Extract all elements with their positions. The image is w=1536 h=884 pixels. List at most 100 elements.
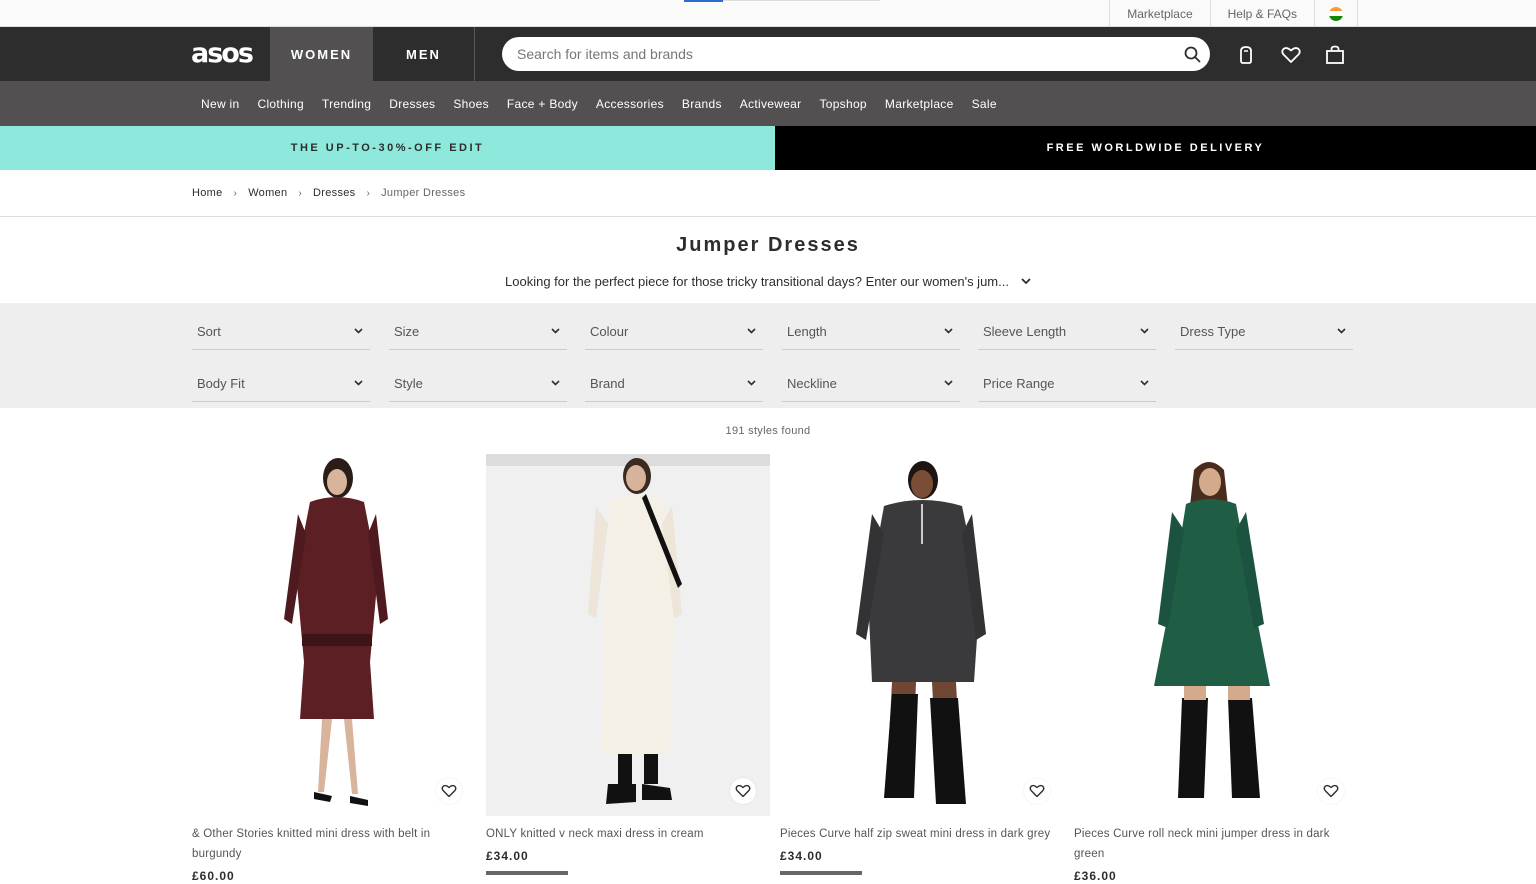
save-heart-icon[interactable] xyxy=(436,778,462,804)
breadcrumb-dresses[interactable]: Dresses xyxy=(313,187,355,199)
nav-trending[interactable]: Trending xyxy=(313,97,380,111)
nav-dresses[interactable]: Dresses xyxy=(380,97,444,111)
product-price: £60.00 xyxy=(192,869,235,883)
chevron-down-icon[interactable] xyxy=(1021,278,1031,285)
filter-brand[interactable]: Brand xyxy=(585,365,763,402)
nav-sale[interactable]: Sale xyxy=(963,97,1006,111)
results-count: 191 styles found xyxy=(725,425,811,437)
tab-women[interactable]: WOMEN xyxy=(270,27,373,81)
page-description[interactable]: Looking for the perfect piece for those … xyxy=(0,274,1536,289)
colour-swatch-bar xyxy=(486,871,568,875)
filter-dress-type[interactable]: Dress Type xyxy=(1175,313,1353,350)
product-card[interactable]: & Other Stories knitted mini dress with … xyxy=(192,454,476,883)
nav-face-body[interactable]: Face + Body xyxy=(498,97,587,111)
filter-label: Sort xyxy=(197,323,221,339)
help-faqs-link[interactable]: Help & FAQs xyxy=(1209,0,1314,27)
chevron-down-icon xyxy=(1140,326,1150,336)
saved-items-heart-icon[interactable] xyxy=(1279,43,1303,67)
promo-free-delivery[interactable]: FREE WORLDWIDE DELIVERY xyxy=(775,126,1536,170)
nav-new-in[interactable]: New in xyxy=(192,97,248,111)
tab-men[interactable]: MEN xyxy=(373,27,474,81)
save-heart-icon[interactable] xyxy=(1318,778,1344,804)
nav-activewear[interactable]: Activewear xyxy=(731,97,811,111)
filter-label: Length xyxy=(787,323,827,339)
filter-price-range[interactable]: Price Range xyxy=(978,365,1156,402)
filter-label: Body Fit xyxy=(197,375,245,391)
account-icon[interactable] xyxy=(1234,43,1258,67)
product-image[interactable] xyxy=(486,454,770,816)
product-image[interactable] xyxy=(1074,454,1358,816)
filter-label: Neckline xyxy=(787,375,837,391)
bag-icon[interactable] xyxy=(1323,43,1347,67)
product-card[interactable]: ONLY knitted v neck maxi dress in cream … xyxy=(486,454,770,875)
filter-size[interactable]: Size xyxy=(389,313,567,350)
marketplace-link[interactable]: Marketplace xyxy=(1109,0,1209,27)
save-heart-icon[interactable] xyxy=(1024,778,1050,804)
filter-style[interactable]: Style xyxy=(389,365,567,402)
search-icon[interactable] xyxy=(1174,37,1210,71)
filter-label: Sleeve Length xyxy=(983,323,1067,339)
chevron-down-icon xyxy=(354,378,364,388)
product-image[interactable] xyxy=(780,454,1064,816)
nav-accessories[interactable]: Accessories xyxy=(587,97,673,111)
chevron-down-icon xyxy=(1337,326,1347,336)
product-name[interactable]: Pieces Curve roll neck mini jumper dress… xyxy=(1074,824,1358,864)
breadcrumb: Home › Women › Dresses › Jumper Dresses xyxy=(0,170,1536,217)
product-card[interactable]: Pieces Curve half zip sweat mini dress i… xyxy=(780,454,1064,875)
country-selector[interactable] xyxy=(1314,0,1358,27)
filter-label: Size xyxy=(394,323,420,339)
product-name[interactable]: Pieces Curve half zip sweat mini dress i… xyxy=(780,824,1064,844)
product-card[interactable]: Pieces Curve roll neck mini jumper dress… xyxy=(1074,454,1358,883)
breadcrumb-current: Jumper Dresses xyxy=(381,187,466,199)
nav-clothing[interactable]: Clothing xyxy=(248,97,312,111)
nav-marketplace[interactable]: Marketplace xyxy=(876,97,963,111)
save-heart-icon[interactable] xyxy=(730,778,756,804)
filter-body-fit[interactable]: Body Fit xyxy=(192,365,370,402)
filter-bar: Sort Size Colour Length Sleeve Length Dr… xyxy=(0,303,1536,408)
product-image[interactable] xyxy=(192,454,476,816)
product-grid: & Other Stories knitted mini dress with … xyxy=(192,454,1359,884)
asos-logo[interactable]: asos xyxy=(191,40,254,68)
loading-progress xyxy=(684,0,880,2)
breadcrumb-women[interactable]: Women xyxy=(248,187,287,199)
filter-label: Colour xyxy=(590,323,629,339)
chevron-down-icon xyxy=(944,378,954,388)
nav-topshop[interactable]: Topshop xyxy=(810,97,875,111)
utility-bar: Marketplace Help & FAQs xyxy=(0,0,1536,27)
filter-sort[interactable]: Sort xyxy=(192,313,370,350)
breadcrumb-home[interactable]: Home xyxy=(192,187,223,199)
chevron-down-icon xyxy=(747,378,757,388)
page-description-text: Looking for the perfect piece for those … xyxy=(505,274,1009,289)
product-name[interactable]: & Other Stories knitted mini dress with … xyxy=(192,824,476,864)
filter-neckline[interactable]: Neckline xyxy=(782,365,960,402)
chevron-down-icon xyxy=(944,326,954,336)
breadcrumb-separator-icon: › xyxy=(233,187,238,199)
chevron-down-icon xyxy=(551,378,561,388)
utility-links: Marketplace Help & FAQs xyxy=(1109,0,1358,27)
breadcrumb-separator-icon: › xyxy=(366,187,371,199)
nav-brands[interactable]: Brands xyxy=(673,97,731,111)
filter-colour[interactable]: Colour xyxy=(585,313,763,350)
filter-label: Price Range xyxy=(983,375,1055,391)
promo-banner: THE UP-TO-30%-OFF EDIT FREE WORLDWIDE DE… xyxy=(0,126,1536,170)
product-price: £36.00 xyxy=(1074,869,1117,883)
product-price: £34.00 xyxy=(780,849,823,863)
filter-label: Brand xyxy=(590,375,625,391)
india-flag-icon xyxy=(1329,6,1343,21)
chevron-down-icon xyxy=(551,326,561,336)
filter-label: Dress Type xyxy=(1180,323,1246,339)
product-price: £34.00 xyxy=(486,849,529,863)
product-name[interactable]: ONLY knitted v neck maxi dress in cream xyxy=(486,824,770,844)
filter-label: Style xyxy=(394,375,423,391)
filter-sleeve-length[interactable]: Sleeve Length xyxy=(978,313,1156,350)
nav-shoes[interactable]: Shoes xyxy=(444,97,498,111)
breadcrumb-separator-icon: › xyxy=(298,187,303,199)
filter-length[interactable]: Length xyxy=(782,313,960,350)
search-input[interactable] xyxy=(517,46,1174,62)
category-nav: New in Clothing Trending Dresses Shoes F… xyxy=(0,81,1536,126)
chevron-down-icon xyxy=(354,326,364,336)
search-box xyxy=(502,37,1210,71)
chevron-down-icon xyxy=(1140,378,1150,388)
promo-sale-edit[interactable]: THE UP-TO-30%-OFF EDIT xyxy=(0,126,775,170)
main-header: asos WOMEN MEN xyxy=(0,27,1536,81)
